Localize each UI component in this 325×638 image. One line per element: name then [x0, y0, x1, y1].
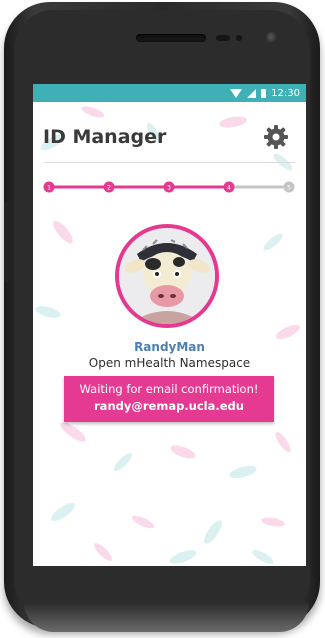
battery-icon [261, 88, 267, 98]
proximity-sensor [216, 35, 230, 41]
phone-chin [24, 602, 309, 632]
status-email-text: randy@remap.ucla.edu [94, 399, 244, 413]
stepper-step-label: 1 [47, 185, 51, 192]
front-camera [266, 32, 278, 44]
gear-icon[interactable] [263, 124, 289, 150]
status-time: 12:30 [271, 87, 300, 99]
stepper-step-label: 4 [227, 185, 231, 192]
status-message-box: Waiting for email confirmation! randy@re… [64, 376, 274, 422]
namespace-label: Open mHealth Namespace [88, 356, 251, 370]
app-screen: 12:30 ID Manager 1 2 3 4 5 RandyMan Open mHe… [33, 84, 306, 566]
username-label: RandyMan [134, 340, 205, 354]
stepper-step-2: 2 [103, 181, 115, 193]
light-sensor [236, 35, 242, 41]
stepper-step-label: 2 [107, 185, 111, 192]
status-message-text: Waiting for email confirmation! [79, 382, 259, 396]
leaf-background [35, 106, 300, 564]
status-bar: 12:30 [33, 84, 306, 102]
wifi-icon [230, 88, 243, 98]
cow-mask-avatar [119, 228, 215, 324]
signal-icon [247, 88, 257, 98]
stepper-step-label: 3 [167, 185, 171, 192]
earpiece-speaker [136, 34, 206, 42]
stepper-step-4: 4 [223, 181, 235, 193]
header-divider [45, 162, 295, 163]
avatar [115, 224, 219, 328]
page-title: ID Manager [43, 126, 167, 148]
stepper-step-5: 5 [283, 181, 295, 193]
progress-stepper: 1 2 3 4 5 [43, 181, 295, 193]
stepper-step-1: 1 [43, 181, 55, 193]
stepper-step-label: 5 [287, 185, 291, 192]
side-button[interactable] [4, 202, 10, 282]
stepper-step-3: 3 [163, 181, 175, 193]
